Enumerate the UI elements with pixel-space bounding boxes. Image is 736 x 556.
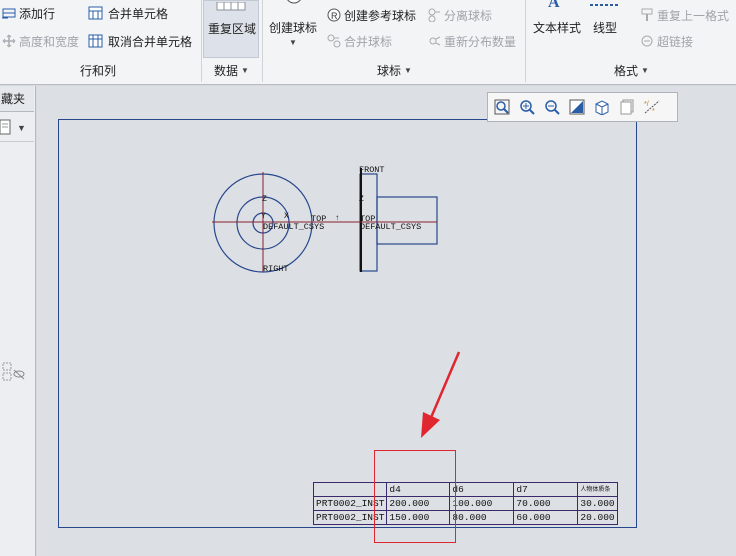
table-cell: 60.000 bbox=[513, 510, 579, 525]
annotation-arrow bbox=[421, 351, 461, 438]
datum-label-front: FRONT bbox=[359, 165, 385, 175]
axis-label-x-left: X bbox=[284, 212, 289, 221]
repaint-icon[interactable] bbox=[567, 97, 587, 117]
datum-display-icon[interactable]: */* bbox=[642, 97, 662, 117]
axis-label-z-right: Z bbox=[359, 195, 364, 204]
table-cell: d7 bbox=[513, 482, 579, 497]
datum-label-top-right: TOP bbox=[360, 214, 376, 224]
axis-label-y-left: Y bbox=[261, 212, 266, 221]
display-style-icon[interactable] bbox=[592, 97, 612, 117]
zoom-out-icon[interactable] bbox=[542, 97, 562, 117]
drawing-views bbox=[212, 168, 461, 438]
table-cell: 30.000 bbox=[577, 496, 618, 511]
sheets-icon[interactable] bbox=[617, 97, 637, 117]
highlight-box bbox=[374, 450, 456, 543]
table-cell: 70.000 bbox=[513, 496, 579, 511]
table-cell: 人物体质条 bbox=[577, 482, 618, 497]
table-cell: d6 bbox=[449, 482, 515, 497]
svg-text:*/: */ bbox=[644, 101, 649, 108]
datum-label-right: RIGHT bbox=[263, 264, 289, 274]
zoom-in-icon[interactable] bbox=[517, 97, 537, 117]
table-row[interactable]: PRT0002_INST 200.000 100.000 70.000 30.0… bbox=[312, 496, 618, 511]
table-cell: 100.000 bbox=[449, 496, 515, 511]
table-header-row: d4 d6 d7 人物体质条 bbox=[312, 482, 618, 497]
view-toolbar: */* bbox=[487, 92, 678, 122]
front-view[interactable] bbox=[340, 168, 438, 272]
repeat-region-table[interactable]: d4 d6 d7 人物体质条 PRT0002_INST 200.000 100.… bbox=[312, 482, 618, 525]
svg-text:*: * bbox=[652, 108, 655, 115]
table-cell: 20.000 bbox=[577, 510, 618, 525]
csys-label-left: DEFAULT_CSYS bbox=[263, 222, 325, 232]
zoom-fit-icon[interactable] bbox=[492, 97, 512, 117]
axis-label-y-arrow: ↑ bbox=[335, 214, 340, 223]
table-row[interactable]: PRT0002_INST 150.000 80.000 60.000 20.00… bbox=[312, 510, 618, 525]
table-cell: 80.000 bbox=[449, 510, 515, 525]
axis-label-z-left: Z bbox=[262, 195, 267, 204]
